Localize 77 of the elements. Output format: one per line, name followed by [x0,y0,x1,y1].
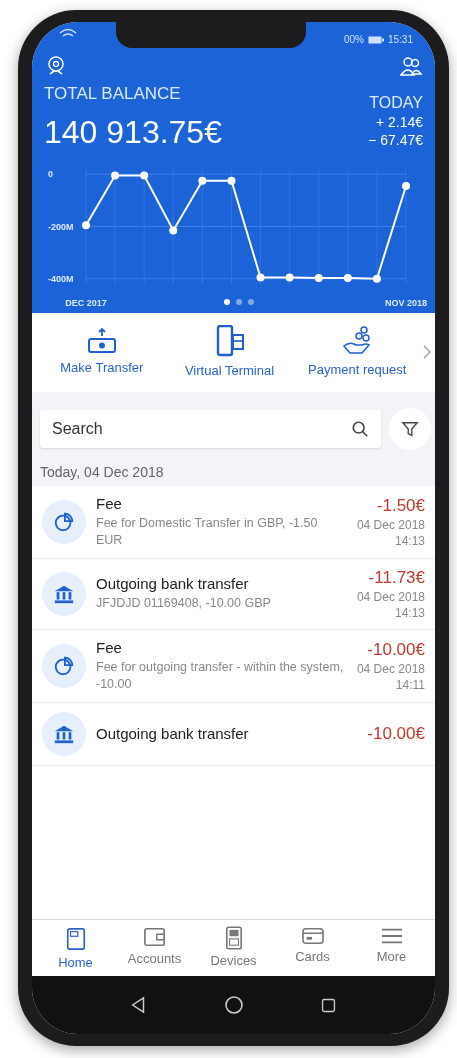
transaction-amount: -10.00€ [367,639,425,660]
data-point [402,182,410,190]
transaction-item[interactable]: Outgoing bank transfer -10.00€ [32,702,435,766]
x-axis-label: NOV 2018 [385,298,427,308]
data-point [198,176,207,185]
pie-chart-icon [53,510,75,533]
phone-terminal-icon [214,325,245,357]
data-point [314,274,323,282]
battery-level: 00% [343,34,364,45]
today-label: TODAY [369,94,423,112]
action-button[interactable]: Make Transfer [40,328,164,375]
recents-icon[interactable] [320,996,337,1014]
filter-icon [401,420,419,438]
wifi-icon [58,28,78,40]
today-income: + 2.14€ [375,114,423,130]
x-axis-label: DEC 2017 [65,298,107,308]
transaction-title: Fee [96,638,123,656]
data-point [256,273,265,282]
clock: 15:31 [387,34,413,45]
page-dot[interactable] [224,299,230,305]
transaction-amount: -10.00€ [367,723,425,744]
transaction-title: Outgoing bank transfer [96,725,250,742]
today-expense: − 67.47€ [368,132,423,148]
data-point [169,226,178,235]
nav-tab[interactable]: Cards [273,926,352,970]
transaction-item[interactable]: Fee Fee for Domestic Transfer in GBP, -1.50 EUR -1.50€ 04 Dec 2018 14:13 [32,486,435,559]
battery-icon [367,35,384,44]
hand-coins-icon [342,326,373,356]
balance-amount: 140 913.75€ [44,114,222,151]
calculator-icon [224,926,243,950]
transaction-description: JFJDJD 01169408, -10.00 GBP [96,595,272,613]
y-axis-label: -400M [48,273,74,284]
transaction-time: 14:13 [394,533,425,548]
transaction-description: Fee for outgoing transfer - within the system, -10.00 [96,658,345,693]
transaction-date: 04 Dec 2018 [356,517,425,532]
y-axis-label: 0 [48,169,53,180]
nav-tab[interactable]: Home [36,926,115,970]
transaction-item[interactable]: Fee Fee for outgoing transfer - within the system, -10.00 -10.00€ 04 Dec 2018 14:11 [32,629,435,703]
transaction-date: 04 Dec 2018 [356,589,425,604]
balance-label: TOTAL BALANCE [44,84,182,104]
page-dot[interactable] [248,299,254,305]
transaction-title: Fee [96,495,123,512]
data-point [372,274,381,283]
transaction-amount: -11.73€ [368,567,425,588]
date-header: Today, 04 Dec 2018 [39,463,165,482]
data-point [343,274,352,282]
search-field[interactable]: Search [40,410,381,448]
nav-tab[interactable]: More [352,926,431,970]
transaction-description: Fee for Domestic Transfer in GBP, -1.50 EUR [96,515,319,549]
nav-tab[interactable]: Accounts [115,926,194,970]
transaction-time: 14:11 [395,677,425,692]
banknote-icon [86,328,117,354]
pos-terminal-icon [64,926,87,952]
transaction-time: 14:13 [394,605,425,620]
data-point [82,221,90,230]
filter-button[interactable] [389,408,431,450]
data-point [111,171,120,180]
pie-chart-icon [53,654,75,677]
action-button[interactable]: Payment request [295,326,419,377]
menu-icon [379,926,404,946]
data-point [140,171,149,180]
page-dot[interactable] [236,299,242,305]
transaction-amount: -1.50€ [376,495,425,516]
chevron-right-icon[interactable] [423,344,431,359]
home-circle-icon[interactable] [224,995,244,1015]
data-point [227,176,236,185]
card-icon [300,926,325,946]
data-point [285,273,294,282]
users-icon[interactable] [399,54,423,78]
y-axis-label: -200M [48,221,74,232]
search-icon[interactable] [351,420,369,438]
transaction-item[interactable]: Outgoing bank transfer JFJDJD 01169408, -10.00 GBP -11.73€ 04 Dec 2018 14:13 [32,558,435,630]
wallet-icon [142,926,167,948]
nav-tab[interactable]: Devices [194,926,273,970]
transaction-date: 04 Dec 2018 [356,661,425,676]
action-button[interactable]: Virtual Terminal [167,325,292,378]
transaction-title: Outgoing bank transfer [96,575,250,593]
